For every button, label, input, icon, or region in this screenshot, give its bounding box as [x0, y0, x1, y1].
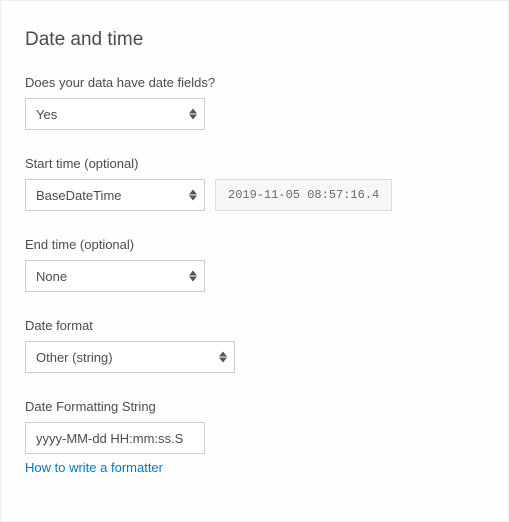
start-time-preview: 2019-11-05 08:57:16.4 — [215, 179, 392, 211]
end-time-label: End time (optional) — [25, 237, 484, 252]
date-time-panel: Date and time Does your data have date f… — [0, 0, 509, 522]
date-format-select-wrap: Other (string) — [25, 341, 235, 373]
format-string-group: Date Formatting String How to write a fo… — [25, 399, 484, 475]
start-time-label: Start time (optional) — [25, 156, 484, 171]
start-time-row: BaseDateTime 2019-11-05 08:57:16.4 — [25, 179, 484, 211]
start-time-select-wrap: BaseDateTime — [25, 179, 205, 211]
has-date-fields-select-wrap: Yes — [25, 98, 205, 130]
panel-title: Date and time — [25, 29, 484, 51]
has-date-fields-select[interactable]: Yes — [25, 98, 205, 130]
date-format-group: Date format Other (string) — [25, 318, 484, 373]
end-time-group: End time (optional) None — [25, 237, 484, 292]
start-time-group: Start time (optional) BaseDateTime 2019-… — [25, 156, 484, 211]
has-date-fields-group: Does your data have date fields? Yes — [25, 75, 484, 130]
has-date-fields-label: Does your data have date fields? — [25, 75, 484, 90]
date-format-label: Date format — [25, 318, 484, 333]
date-format-select[interactable]: Other (string) — [25, 341, 235, 373]
end-time-select-wrap: None — [25, 260, 205, 292]
format-string-input[interactable] — [25, 422, 205, 454]
format-string-label: Date Formatting String — [25, 399, 484, 414]
end-time-select[interactable]: None — [25, 260, 205, 292]
formatter-help-link[interactable]: How to write a formatter — [25, 460, 163, 475]
start-time-select[interactable]: BaseDateTime — [25, 179, 205, 211]
